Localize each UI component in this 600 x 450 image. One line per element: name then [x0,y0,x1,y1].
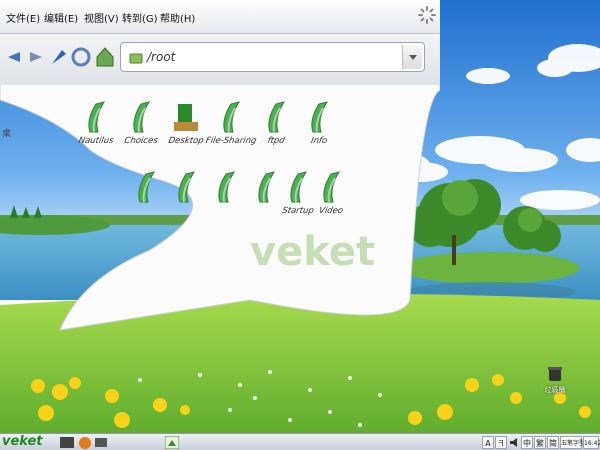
back-icon[interactable] [2,44,24,70]
address-path[interactable]: /root [147,50,175,64]
spinner-icon [418,6,436,24]
folder-icon [129,53,143,64]
desktop-trash-label: 垃圾桶 [544,386,566,394]
tray-input-zh[interactable]: 中 [521,436,533,449]
folder-icon [305,170,357,204]
folder-item-5[interactable]: Info [293,100,345,146]
browser-icon[interactable] [78,436,92,449]
tray-simplified[interactable]: 简 [547,436,559,449]
refresh-icon[interactable] [70,44,92,70]
forward-icon[interactable] [26,44,48,70]
terminal-icon[interactable] [60,436,74,449]
file-manager-task-icon[interactable] [165,436,179,449]
folder-label: Video [318,206,344,216]
folder-item-5[interactable]: Video [305,170,357,216]
start-menu-logo[interactable]: veket [2,434,43,449]
desktop-trash[interactable]: 垃圾桶 [540,366,570,395]
tray-input-mode[interactable]: ᖷ [495,436,507,449]
svg-text:veket: veket [250,229,375,275]
tray-traditional[interactable]: 繁 [534,436,546,449]
display-icon[interactable] [94,436,108,449]
menu-bar: 文件(E) 编辑(E) 视图(V) 转到(G) 帮助(H) [0,0,440,34]
side-pane-label: 桌 [2,129,12,139]
address-bar[interactable]: /root [120,42,425,72]
menu-file[interactable]: 文件(E) [6,10,40,25]
menu-view[interactable]: 视图(V) [84,10,119,25]
home-icon[interactable] [94,44,116,70]
tray-input-a[interactable]: A [482,436,494,449]
folder-icon [293,100,345,134]
file-manager-window[interactable]: veket 文件(E) 编辑(E) 视图(V) 转到(G) 帮助(H) /roo… [0,0,440,340]
volume-icon[interactable] [508,436,520,449]
chevron-down-icon [409,55,417,60]
up-icon[interactable] [48,44,70,70]
folder-label: Info [310,136,328,146]
taskbar: veket A ᖷ 中 繁 简 五笔字型 16:42 [0,433,600,450]
menu-go[interactable]: 转到(G) [122,10,158,25]
address-dropdown-button[interactable] [402,45,422,69]
clock[interactable]: 16:42 [583,436,600,449]
desktop: veket 文件(E) 编辑(E) 视图(V) 转到(G) 帮助(H) /roo… [0,0,600,450]
trash-icon [548,367,562,381]
menu-help[interactable]: 帮助(H) [160,10,195,25]
tray-wubi[interactable]: 五笔字型 [560,436,585,449]
menu-edit[interactable]: 编辑(E) [44,10,78,25]
